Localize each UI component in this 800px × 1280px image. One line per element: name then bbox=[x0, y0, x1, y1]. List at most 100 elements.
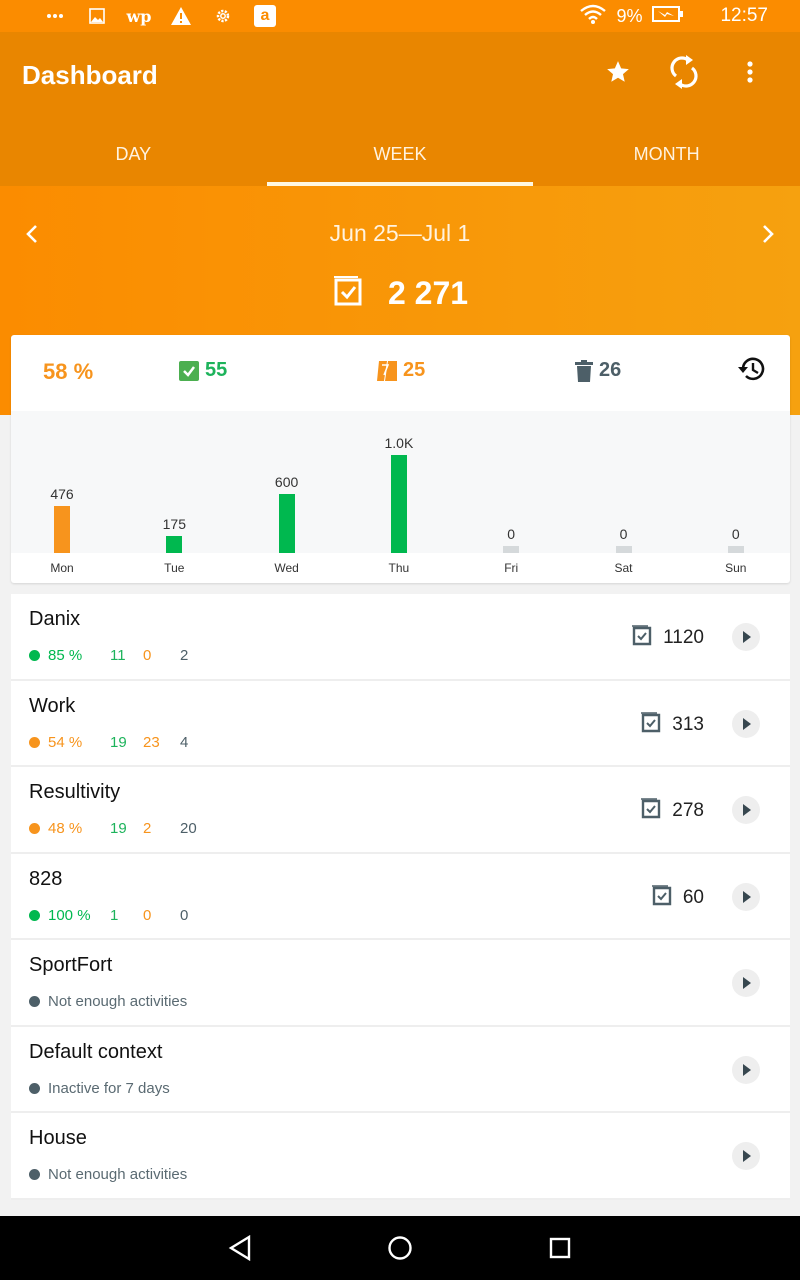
chart-bar-thu bbox=[390, 455, 407, 553]
context-row[interactable]: Danix 85 % 11 0 2 1120 bbox=[11, 594, 790, 681]
clock: 12:57 bbox=[720, 5, 768, 26]
context-task-count-value: 313 bbox=[672, 713, 704, 735]
play-arrow-icon bbox=[742, 1150, 752, 1162]
recents-button[interactable] bbox=[545, 1233, 575, 1263]
home-button[interactable] bbox=[385, 1233, 415, 1263]
trash-icon bbox=[575, 359, 593, 382]
context-row[interactable]: Default context Inactive for 7 days bbox=[11, 1026, 790, 1113]
status-dot-icon bbox=[29, 996, 40, 1007]
status-bar: wp a 9% 12:57 bbox=[0, 0, 800, 32]
battery-charging-icon bbox=[652, 5, 684, 27]
context-meta: 100 % 1 0 0 bbox=[29, 907, 188, 924]
context-row[interactable]: 828 100 % 1 0 0 60 bbox=[11, 853, 790, 940]
chart-bar-sat bbox=[615, 546, 632, 553]
context-meta: 54 % 19 23 4 bbox=[29, 734, 188, 751]
chart-bar-mon bbox=[54, 506, 70, 553]
context-deleted-count: 4 bbox=[180, 733, 189, 751]
washington-post-icon: wp bbox=[126, 6, 152, 26]
task-check-icon bbox=[332, 274, 366, 313]
status-dot-icon bbox=[29, 1169, 40, 1180]
done-count: 55 bbox=[179, 359, 227, 382]
star-icon[interactable] bbox=[602, 56, 634, 88]
context-percent: 85 % bbox=[48, 647, 83, 664]
deleted-count: 26 bbox=[575, 359, 621, 382]
warning-icon bbox=[170, 5, 192, 27]
status-dot-icon bbox=[29, 736, 40, 748]
context-row[interactable]: Work 54 % 19 23 4 313 bbox=[11, 680, 790, 767]
context-row[interactable]: SportFort Not enough activities bbox=[11, 940, 790, 1027]
open-context-button[interactable] bbox=[732, 1142, 760, 1170]
next-period-button[interactable] bbox=[748, 216, 788, 252]
context-done-count: 19 bbox=[110, 820, 127, 837]
chart-bar-fri bbox=[503, 546, 520, 553]
context-task-count: 313 bbox=[640, 711, 704, 739]
context-name: Danix bbox=[29, 608, 81, 630]
completion-percent-value: 58 % bbox=[43, 359, 94, 384]
open-context-button[interactable] bbox=[732, 1055, 760, 1084]
chart-day-label: Tue bbox=[164, 561, 185, 575]
context-deleted-count: 0 bbox=[180, 906, 189, 924]
completion-percent: 58 % bbox=[43, 359, 93, 385]
context-percent: 54 % bbox=[48, 733, 83, 751]
tab-month[interactable]: MONTH bbox=[533, 128, 800, 186]
tab-week[interactable]: WEEK bbox=[266, 128, 534, 186]
open-context-button[interactable] bbox=[732, 796, 760, 824]
back-button[interactable] bbox=[225, 1233, 255, 1263]
play-arrow-icon bbox=[742, 804, 752, 816]
play-arrow-icon bbox=[742, 1063, 752, 1076]
chart-value-label: 0 bbox=[731, 526, 740, 542]
task-check-icon bbox=[631, 624, 653, 652]
context-name: Default context bbox=[29, 1040, 163, 1063]
context-postponed-count: 0 bbox=[143, 647, 152, 664]
status-dot-icon bbox=[29, 823, 40, 834]
context-row[interactable]: House Not enough activities bbox=[11, 1113, 790, 1200]
check-box-icon bbox=[179, 360, 199, 381]
deleted-count-value: 26 bbox=[599, 359, 622, 381]
context-status-message: Inactive for 7 days bbox=[48, 1079, 170, 1097]
context-task-count-value: 1120 bbox=[663, 627, 704, 648]
period-tabs: DAY WEEK MONTH bbox=[0, 128, 800, 186]
context-status-message: Not enough activities bbox=[48, 993, 188, 1010]
more-dots-icon bbox=[44, 5, 66, 27]
context-deleted-count: 2 bbox=[180, 647, 189, 664]
context-postponed-count: 0 bbox=[143, 906, 152, 924]
open-context-button[interactable] bbox=[732, 969, 760, 997]
sync-icon[interactable] bbox=[668, 55, 700, 89]
tab-day[interactable]: DAY bbox=[0, 128, 267, 186]
open-context-button[interactable] bbox=[732, 623, 760, 651]
context-row[interactable]: Resultivity 48 % 19 2 20 278 bbox=[11, 767, 790, 854]
context-name: 828 bbox=[29, 867, 63, 890]
play-arrow-icon bbox=[742, 717, 752, 730]
done-count-value: 55 bbox=[205, 359, 228, 381]
context-meta: 48 % 19 2 20 bbox=[29, 820, 197, 837]
chart-value-label: 0 bbox=[507, 526, 516, 542]
wifi-icon bbox=[580, 4, 607, 29]
status-dot-icon bbox=[29, 650, 40, 661]
chart-day-label: Mon bbox=[50, 561, 74, 575]
open-context-button[interactable] bbox=[732, 709, 760, 738]
chart-day-label: Fri bbox=[504, 561, 519, 575]
postponed-count: 25 bbox=[377, 359, 425, 382]
date-range: Jun 25—Jul 1 bbox=[329, 220, 471, 246]
chart-value-label: 0 bbox=[619, 526, 628, 542]
chart-bar-sun bbox=[727, 546, 744, 553]
chart-value-label: 600 bbox=[274, 474, 299, 491]
history-button[interactable] bbox=[735, 355, 765, 383]
open-context-button[interactable] bbox=[732, 882, 760, 911]
context-task-count: 1120 bbox=[631, 624, 704, 652]
context-done-count: 11 bbox=[110, 647, 126, 664]
context-meta: Not enough activities bbox=[29, 1166, 187, 1183]
weekly-bar-chart: 476 175 600 1.0K 0 0 0 bbox=[11, 411, 790, 553]
system-nav-bar bbox=[0, 1216, 800, 1280]
task-check-icon bbox=[640, 797, 662, 825]
postpone-icon bbox=[377, 360, 397, 381]
postponed-count-value: 25 bbox=[403, 359, 426, 381]
image-icon bbox=[86, 5, 108, 27]
summary-stats: 58 % 55 25 26 bbox=[11, 335, 790, 411]
more-vert-icon[interactable] bbox=[734, 56, 766, 88]
recents-icon bbox=[549, 1237, 571, 1259]
back-icon bbox=[228, 1235, 251, 1261]
context-deleted-count: 20 bbox=[180, 820, 197, 837]
context-done-count: 19 bbox=[110, 733, 127, 751]
chart-x-axis: Mon Tue Wed Thu Fri Sat Sun bbox=[11, 553, 790, 583]
